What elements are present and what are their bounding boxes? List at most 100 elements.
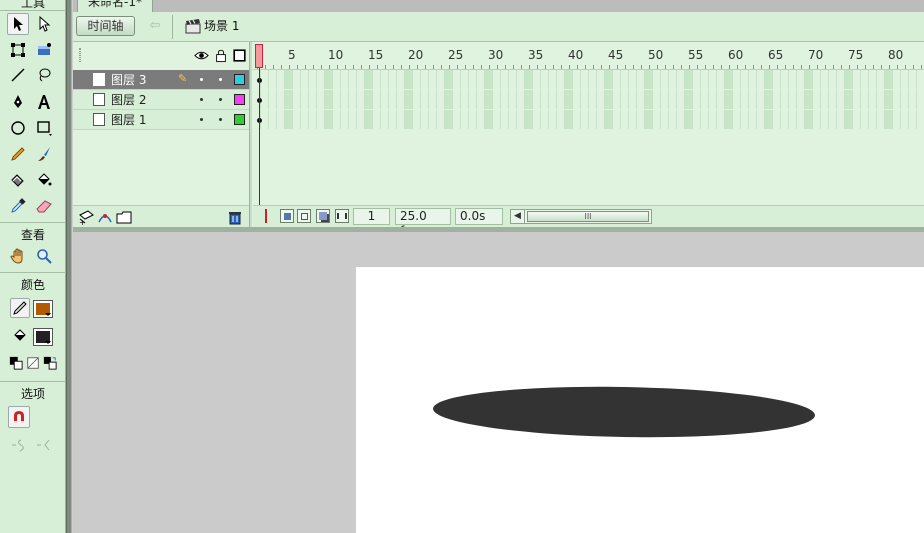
visibility-toggle[interactable] (200, 98, 203, 101)
lock-toggle[interactable] (219, 78, 222, 81)
frame-cell[interactable] (725, 90, 733, 109)
frame-grid[interactable] (253, 70, 924, 130)
frame-cell[interactable] (877, 90, 885, 109)
frame-cell[interactable] (533, 90, 541, 109)
swap-colors-button[interactable] (42, 355, 58, 371)
frame-cell[interactable] (261, 110, 269, 129)
frame-cell[interactable] (597, 90, 605, 109)
frame-cell[interactable] (437, 70, 445, 89)
frame-cell[interactable] (477, 90, 485, 109)
frame-cell[interactable] (533, 110, 541, 129)
modify-onion-markers-button[interactable] (335, 209, 349, 223)
frame-cell[interactable] (397, 90, 405, 109)
frame-cell[interactable] (349, 70, 357, 89)
frame-cell[interactable] (509, 110, 517, 129)
frame-cell[interactable] (629, 90, 637, 109)
frame-cell[interactable] (445, 110, 453, 129)
frame-cell[interactable] (717, 90, 725, 109)
frame-cell[interactable] (405, 90, 413, 109)
frame-cell[interactable] (525, 70, 533, 89)
frame-cell[interactable] (429, 90, 437, 109)
frame-cell[interactable] (461, 70, 469, 89)
frame-cell[interactable] (405, 70, 413, 89)
frame-cell[interactable] (581, 70, 589, 89)
free-transform-tool-button[interactable] (7, 39, 29, 61)
frame-cell[interactable] (461, 110, 469, 129)
frame-cell[interactable] (645, 110, 653, 129)
frame-cell[interactable] (573, 70, 581, 89)
outline-color-swatch[interactable] (234, 74, 245, 85)
frame-cell[interactable] (829, 110, 837, 129)
frame-cell[interactable] (869, 110, 877, 129)
frame-cell[interactable] (669, 90, 677, 109)
frame-cell[interactable] (789, 70, 797, 89)
frame-cell[interactable] (581, 90, 589, 109)
frame-cell[interactable] (621, 110, 629, 129)
selection-tool-button[interactable] (7, 13, 29, 35)
frame-cell[interactable] (661, 90, 669, 109)
pencil-tool-button[interactable] (7, 143, 29, 165)
frame-cell[interactable] (909, 90, 917, 109)
frame-cell[interactable] (333, 70, 341, 89)
frame-cell[interactable] (445, 70, 453, 89)
frame-cell[interactable] (781, 90, 789, 109)
frame-cell[interactable] (653, 70, 661, 89)
frame-cell[interactable] (749, 90, 757, 109)
frame-cell[interactable] (573, 110, 581, 129)
frame-cell[interactable] (901, 70, 909, 89)
visibility-toggle[interactable] (200, 118, 203, 121)
frame-row[interactable] (253, 110, 924, 130)
lock-toggle[interactable] (219, 118, 222, 121)
frame-cell[interactable] (309, 110, 317, 129)
frame-cell[interactable] (269, 110, 277, 129)
frame-cell[interactable] (501, 70, 509, 89)
frame-cell[interactable] (853, 110, 861, 129)
frame-cell[interactable] (709, 90, 717, 109)
frame-cell[interactable] (749, 110, 757, 129)
layer-name[interactable]: 图层 2 (111, 92, 146, 108)
paint-bucket-tool-button[interactable] (33, 169, 55, 191)
frame-cell[interactable] (501, 90, 509, 109)
lock-icon[interactable] (214, 48, 228, 63)
hand-tool-button[interactable] (7, 245, 29, 267)
frame-cell[interactable] (613, 110, 621, 129)
frame-cell[interactable] (837, 70, 845, 89)
frame-cell[interactable] (589, 90, 597, 109)
frame-cell[interactable] (813, 90, 821, 109)
frame-cell[interactable] (341, 90, 349, 109)
frame-cell[interactable] (741, 70, 749, 89)
frame-cell[interactable] (733, 70, 741, 89)
ink-bottle-tool-button[interactable] (7, 169, 29, 191)
frame-cell[interactable] (837, 90, 845, 109)
frame-cell[interactable] (349, 110, 357, 129)
frame-cell[interactable] (357, 110, 365, 129)
frame-cell[interactable] (765, 90, 773, 109)
frame-cell[interactable] (701, 90, 709, 109)
frame-cell[interactable] (893, 70, 901, 89)
frame-cell[interactable] (453, 70, 461, 89)
frame-row[interactable] (253, 90, 924, 110)
pen-tool-button[interactable] (7, 91, 29, 113)
visibility-toggle[interactable] (200, 78, 203, 81)
eraser-tool-button[interactable] (33, 195, 55, 217)
snap-to-objects-button[interactable] (8, 406, 30, 428)
frame-cell[interactable] (381, 110, 389, 129)
frame-cell[interactable] (581, 110, 589, 129)
frame-cell[interactable] (469, 90, 477, 109)
frame-cell[interactable] (637, 70, 645, 89)
scene-label[interactable]: 场景 1 (204, 18, 239, 34)
frame-cell[interactable] (845, 110, 853, 129)
frame-cell[interactable] (717, 70, 725, 89)
frame-cell[interactable] (517, 70, 525, 89)
frame-cell[interactable] (477, 70, 485, 89)
frame-cell[interactable] (733, 90, 741, 109)
outline-color-swatch[interactable] (234, 94, 245, 105)
frame-cell[interactable] (693, 110, 701, 129)
frame-cell[interactable] (613, 90, 621, 109)
frame-cell[interactable] (557, 90, 565, 109)
frame-cell[interactable] (797, 90, 805, 109)
text-tool-button[interactable] (33, 91, 55, 113)
layer-row[interactable]: 图层 3 ✎ (73, 70, 249, 90)
frame-cell[interactable] (573, 90, 581, 109)
frame-cell[interactable] (837, 110, 845, 129)
